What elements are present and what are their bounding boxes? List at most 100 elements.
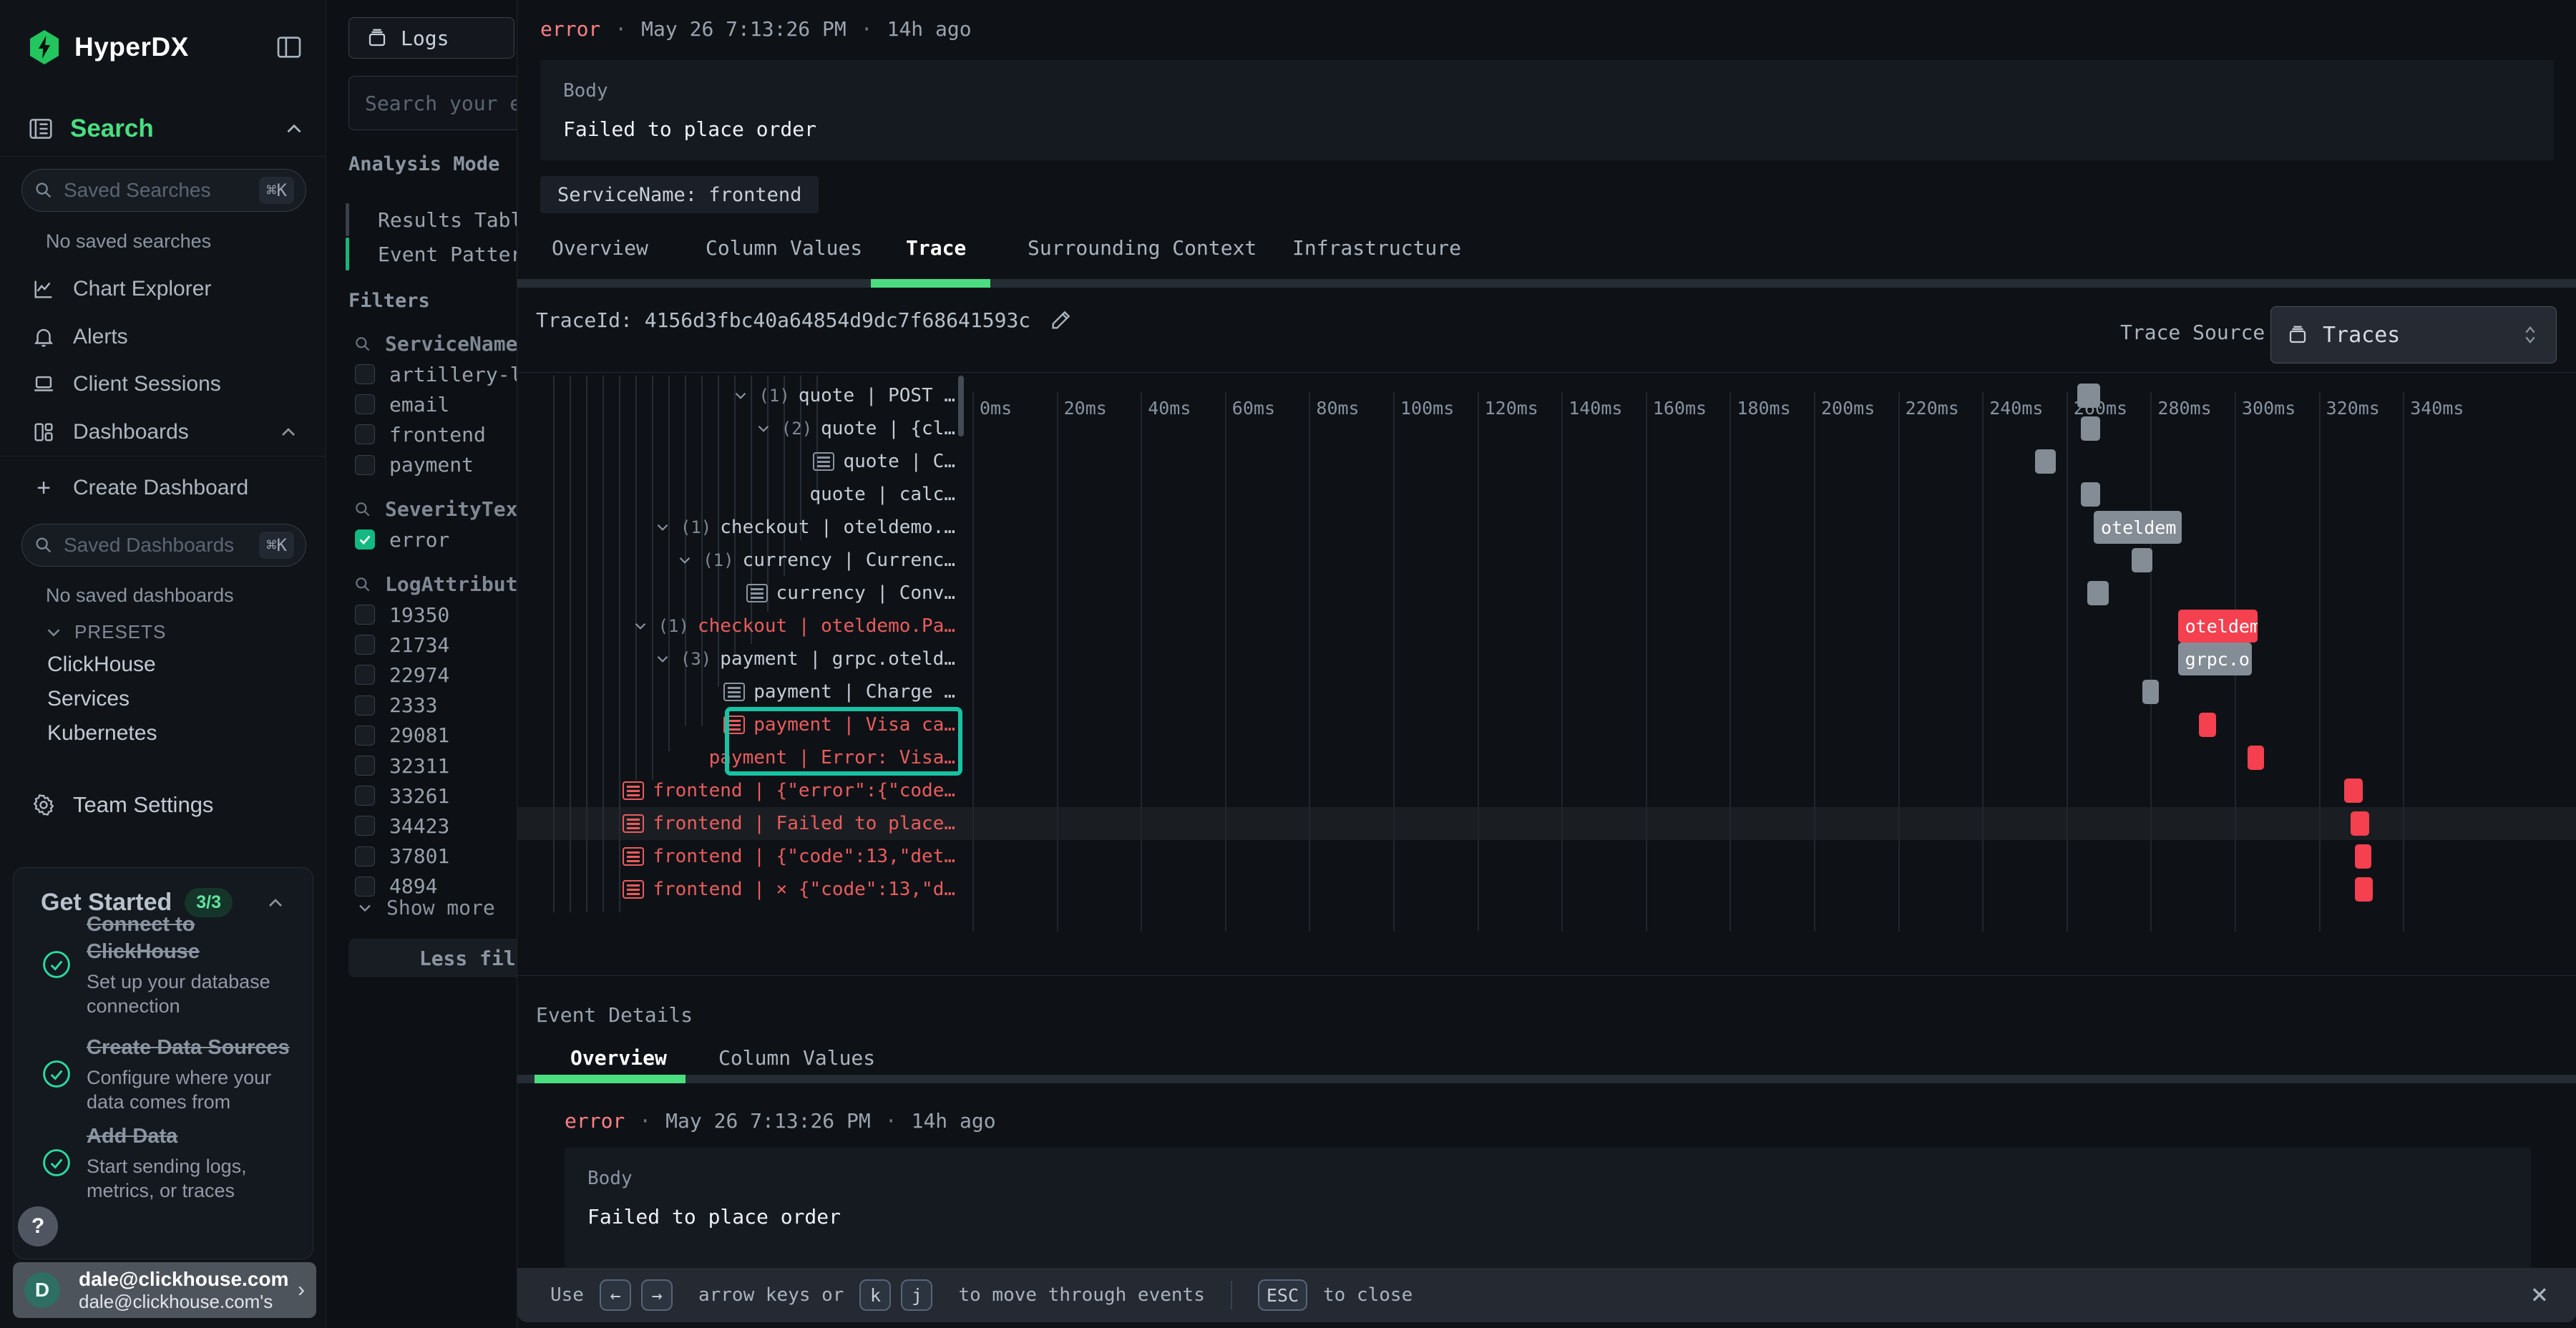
filter-checkbox-2333[interactable]: 2333: [355, 690, 437, 721]
span-duration-bar[interactable]: [2351, 811, 2369, 836]
search-icon[interactable]: [353, 335, 372, 353]
span-duration-bar[interactable]: [2077, 384, 2100, 408]
span-duration-bar[interactable]: [2344, 778, 2363, 803]
filter-checkbox-19350[interactable]: 19350: [355, 600, 449, 630]
trace-span-row[interactable]: (1)checkout | oteldemo.Pa…: [517, 610, 962, 643]
source-selector-button[interactable]: Logs: [348, 17, 514, 59]
sidebar-item-chart-explorer[interactable]: Chart Explorer: [0, 268, 326, 310]
trace-span-row[interactable]: (1)currency | Currenc…: [517, 544, 962, 577]
chevron-down-icon[interactable]: [653, 650, 672, 668]
presets-toggle[interactable]: PRESETS: [43, 621, 166, 643]
trace-span-row[interactable]: (2)quote | {cl…: [517, 412, 962, 445]
get-started-item[interactable]: Add DataStart sending logs, metrics, or …: [41, 1123, 291, 1203]
preset-link-services[interactable]: Services: [47, 687, 130, 711]
checkbox-unchecked[interactable]: [355, 695, 375, 716]
span-duration-bar[interactable]: grpc.o: [2178, 643, 2252, 675]
filter-checkbox-frontend[interactable]: frontend: [355, 419, 486, 449]
tab-surrounding-context[interactable]: Surrounding Context: [1028, 236, 1257, 260]
trace-span-row[interactable]: (1)quote | POST …: [517, 379, 962, 412]
analysis-mode-results-table[interactable]: Results Table: [346, 203, 535, 236]
chevron-down-icon[interactable]: [754, 419, 773, 438]
chevron-down-icon[interactable]: [731, 386, 750, 405]
trace-span-row[interactable]: quote | C…: [517, 445, 962, 478]
chevron-down-icon[interactable]: [675, 551, 694, 570]
collapse-sidebar-icon[interactable]: [275, 33, 303, 62]
event-details-tab-overview[interactable]: Overview: [570, 1046, 667, 1070]
trace-span-row[interactable]: (1)checkout | oteldemo.…: [517, 511, 962, 544]
trace-span-row[interactable]: frontend | {"error":{"code…: [517, 774, 962, 807]
create-dashboard-button[interactable]: + Create Dashboard: [0, 467, 326, 509]
trace-span-row[interactable]: currency | Conv…: [517, 577, 962, 610]
checkbox-unchecked[interactable]: [355, 816, 375, 836]
span-duration-bar[interactable]: [2132, 548, 2152, 572]
span-duration-bar[interactable]: oteldem: [2094, 511, 2182, 544]
filter-checkbox-33261[interactable]: 33261: [355, 781, 449, 811]
sidebar-item-client-sessions[interactable]: Client Sessions: [0, 363, 326, 405]
tab-infrastructure[interactable]: Infrastructure: [1292, 236, 1461, 260]
saved-dashboards-input[interactable]: Saved Dashboards ⌘K: [21, 524, 306, 567]
filter-checkbox-34423[interactable]: 34423: [355, 811, 449, 841]
checkbox-unchecked[interactable]: [355, 726, 375, 746]
filter-checkbox-payment[interactable]: payment: [355, 450, 474, 480]
filter-checkbox-22974[interactable]: 22974: [355, 660, 449, 690]
profile-bar[interactable]: D dale@clickhouse.com dale@clickhouse.co…: [13, 1262, 316, 1318]
checkbox-unchecked[interactable]: [355, 424, 375, 444]
checkbox-unchecked[interactable]: [355, 455, 375, 475]
close-icon[interactable]: ×: [2531, 1278, 2548, 1311]
checkbox-checked[interactable]: [355, 529, 375, 550]
trace-span-row[interactable]: payment | Charge …: [517, 675, 962, 708]
filter-checkbox-37801[interactable]: 37801: [355, 841, 449, 872]
checkbox-unchecked[interactable]: [355, 786, 375, 806]
get-started-item[interactable]: Connect to ClickHouseSet up your databas…: [41, 911, 291, 1018]
filter-checkbox-email[interactable]: email: [355, 389, 449, 419]
tab-overview[interactable]: Overview: [552, 236, 648, 260]
checkbox-unchecked[interactable]: [355, 877, 375, 897]
trace-source-dropdown[interactable]: Traces: [2270, 306, 2557, 363]
trace-span-row[interactable]: quote | calc…: [517, 478, 962, 511]
span-duration-bar[interactable]: oteldem: [2178, 610, 2258, 643]
trace-span-row[interactable]: frontend | {"code":13,"det…: [517, 840, 962, 873]
help-button[interactable]: ?: [18, 1206, 58, 1246]
checkbox-unchecked[interactable]: [355, 846, 375, 866]
chevron-up-icon[interactable]: [282, 117, 306, 141]
span-duration-bar[interactable]: [2142, 680, 2160, 704]
sidebar-section-search[interactable]: Search: [27, 112, 306, 146]
chevron-down-icon[interactable]: [653, 518, 672, 537]
checkbox-unchecked[interactable]: [355, 756, 375, 776]
span-duration-bar[interactable]: [2081, 482, 2099, 507]
search-icon[interactable]: [353, 575, 372, 594]
trace-span-row[interactable]: (3)payment | grpc.oteld…: [517, 643, 962, 675]
tab-column-values[interactable]: Column Values: [706, 236, 862, 260]
checkbox-unchecked[interactable]: [355, 665, 375, 685]
chevron-down-icon[interactable]: [631, 617, 650, 635]
filter-checkbox-32311[interactable]: 32311: [355, 751, 449, 781]
search-icon[interactable]: [353, 500, 372, 519]
span-duration-bar[interactable]: [2081, 416, 2099, 441]
get-started-item[interactable]: Create Data SourcesConfigure where your …: [41, 1034, 291, 1114]
span-duration-bar[interactable]: [2035, 449, 2056, 474]
preset-link-clickhouse[interactable]: ClickHouse: [47, 653, 156, 677]
event-details-tab-column-values[interactable]: Column Values: [718, 1046, 875, 1070]
trace-span-row[interactable]: frontend | × {"code":13,"d…: [517, 873, 962, 906]
tab-trace[interactable]: Trace: [906, 236, 966, 260]
filter-checkbox-29081[interactable]: 29081: [355, 721, 449, 751]
checkbox-unchecked[interactable]: [355, 394, 375, 414]
span-duration-bar[interactable]: [2199, 713, 2216, 737]
filter-checkbox-21734[interactable]: 21734: [355, 630, 449, 660]
span-duration-bar[interactable]: [2248, 746, 2265, 770]
span-duration-bar[interactable]: [2355, 844, 2372, 869]
trace-span-row[interactable]: frontend | Failed to place…: [517, 807, 962, 840]
service-name-chip[interactable]: ServiceName: frontend: [540, 176, 819, 213]
show-more-button[interactable]: Show more: [355, 896, 495, 919]
checkbox-unchecked[interactable]: [355, 364, 375, 384]
sidebar-item-dashboards[interactable]: Dashboards: [0, 411, 326, 453]
checkbox-unchecked[interactable]: [355, 635, 375, 655]
filter-checkbox-error[interactable]: error: [355, 524, 449, 555]
saved-searches-input[interactable]: Saved Searches ⌘K: [21, 169, 306, 212]
sidebar-item-alerts[interactable]: Alerts: [0, 316, 326, 358]
team-settings-button[interactable]: Team Settings: [0, 784, 326, 826]
span-duration-bar[interactable]: [2087, 581, 2108, 605]
span-duration-bar[interactable]: [2355, 877, 2373, 902]
checkbox-unchecked[interactable]: [355, 605, 375, 625]
preset-link-kubernetes[interactable]: Kubernetes: [47, 721, 157, 746]
